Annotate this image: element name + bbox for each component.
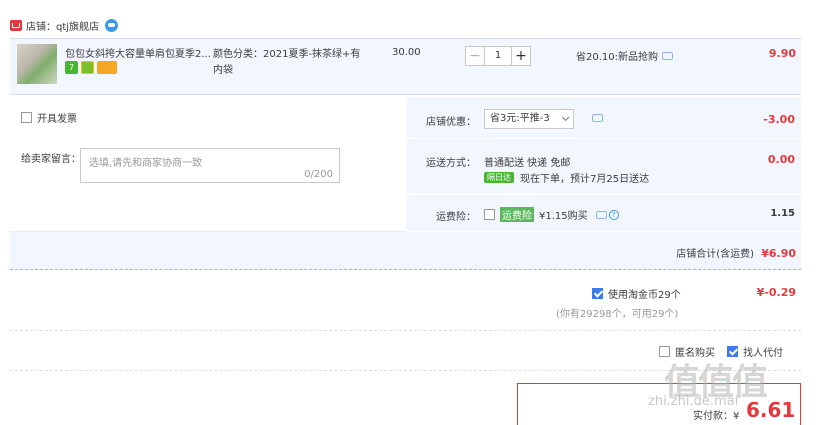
message-icon[interactable]	[595, 210, 607, 219]
memo-char-count: 0/200	[304, 169, 333, 180]
sku-line: 内袋	[213, 65, 233, 76]
coins-available: (你有29298个，可用29个)	[556, 309, 679, 320]
product-thumbnail[interactable]	[17, 44, 57, 84]
divider	[10, 330, 801, 331]
shipping-label: 运送方式：	[426, 158, 476, 169]
shop-icon	[10, 19, 22, 31]
coupon-selected: 省3元:平推-3	[490, 113, 550, 124]
shop-total: 店铺合计(含运费) ¥6.90	[676, 245, 796, 260]
coins-checkbox[interactable]	[592, 288, 603, 299]
order-item-row: 包包女斜挎大容量单肩包夏季2... 7 颜色分类：2021夏季-抹茶绿+有 内袋…	[10, 38, 801, 95]
seven-day-return-icon[interactable]: 7	[65, 61, 78, 74]
shop-name[interactable]: 店铺：qtj旗舰店	[26, 18, 99, 33]
coins-amount: ¥-0.29	[756, 286, 796, 299]
insurance-row: 运费险： 运费险 ¥1.15购买 ? 1.15	[406, 194, 801, 232]
shipping-amount: 0.00	[767, 153, 795, 166]
shop-total-row: 店铺合计(含运费) ¥6.90	[10, 232, 801, 270]
order-options: 开具发票 给卖家留言： 选填,请先和商家协商一致 0/200 店铺优惠： 省3元…	[10, 97, 801, 232]
sku-line: 颜色分类：2021夏季-抹茶绿+有	[213, 49, 361, 60]
discount-text: 省20.10:新品抢购	[576, 52, 658, 63]
shop-header: 店铺：qtj旗舰店	[10, 16, 119, 34]
invoice-checkbox[interactable]	[21, 112, 32, 123]
shipping-eta-text: 现在下单，预计7月25日送达	[520, 174, 650, 185]
insurance-label: 运费险：	[436, 212, 476, 223]
insurance-desc: ¥1.15购买	[539, 211, 588, 222]
insurance-tag: 运费险	[500, 207, 534, 222]
invoice-option[interactable]: 开具发票	[21, 110, 77, 125]
shop-total-amount: ¥6.90	[761, 247, 796, 260]
shop-total-label: 店铺合计(含运费)	[676, 249, 755, 260]
increase-button[interactable]: +	[511, 46, 531, 66]
insurance-checkbox[interactable]	[484, 209, 495, 220]
coins-label: 使用淘金币29个	[608, 290, 681, 301]
quantity-stepper: − 1 +	[465, 46, 531, 66]
unit-price: 30.00	[392, 47, 421, 58]
insurance-option[interactable]: 运费险 ¥1.15购买 ?	[484, 207, 619, 222]
coupon-select[interactable]: 省3元:平推-3	[484, 109, 574, 129]
message-icon[interactable]	[662, 51, 673, 60]
shipping-row: 运送方式： 普通配送 快递 免邮 隔日达 现在下单，预计7月25日送达 0.00	[406, 139, 801, 194]
quantity-input[interactable]: 1	[485, 46, 511, 66]
discount-note: 省20.10:新品抢购	[576, 48, 673, 63]
coins-option[interactable]: 使用淘金币29个	[592, 286, 681, 301]
watermark-sub: zhi.zhi.de.mai	[648, 394, 739, 409]
help-icon[interactable]: ?	[608, 209, 619, 220]
shipping-eta: 隔日达 现在下单，预计7月25日送达	[484, 170, 649, 185]
memo-placeholder: 选填,请先和商家协商一致	[89, 158, 203, 169]
coupon-label: 店铺优惠：	[426, 117, 476, 128]
memo-input[interactable]: 选填,请先和商家协商一致 0/200	[80, 148, 340, 183]
service-badges: 7	[65, 61, 117, 74]
options-left: 开具发票 给卖家留言： 选填,请先和商家协商一致 0/200	[10, 97, 406, 232]
coupon-row: 店铺优惠： 省3元:平推-3 -3.00	[406, 97, 801, 139]
credit-card-icon[interactable]	[97, 61, 117, 74]
insurance-amount: 1.15	[770, 208, 795, 219]
pay-label: 实付款：¥	[693, 411, 740, 422]
invoice-label: 开具发票	[37, 114, 77, 125]
guarantee-icon[interactable]	[81, 61, 94, 74]
next-day-badge: 隔日达	[484, 172, 514, 183]
chevron-down-icon	[561, 113, 570, 122]
product-title[interactable]: 包包女斜挎大容量单肩包夏季2...	[65, 45, 210, 60]
sku-info: 颜色分类：2021夏季-抹茶绿+有 内袋	[213, 47, 373, 79]
chat-icon[interactable]	[105, 18, 119, 32]
item-total: 9.90	[768, 47, 796, 60]
shipping-method: 普通配送 快递 免邮	[484, 158, 571, 169]
decrease-button[interactable]: −	[465, 46, 485, 66]
memo-label: 给卖家留言：	[21, 154, 81, 165]
message-icon[interactable]	[592, 114, 603, 122]
coupon-amount: -3.00	[763, 113, 795, 126]
